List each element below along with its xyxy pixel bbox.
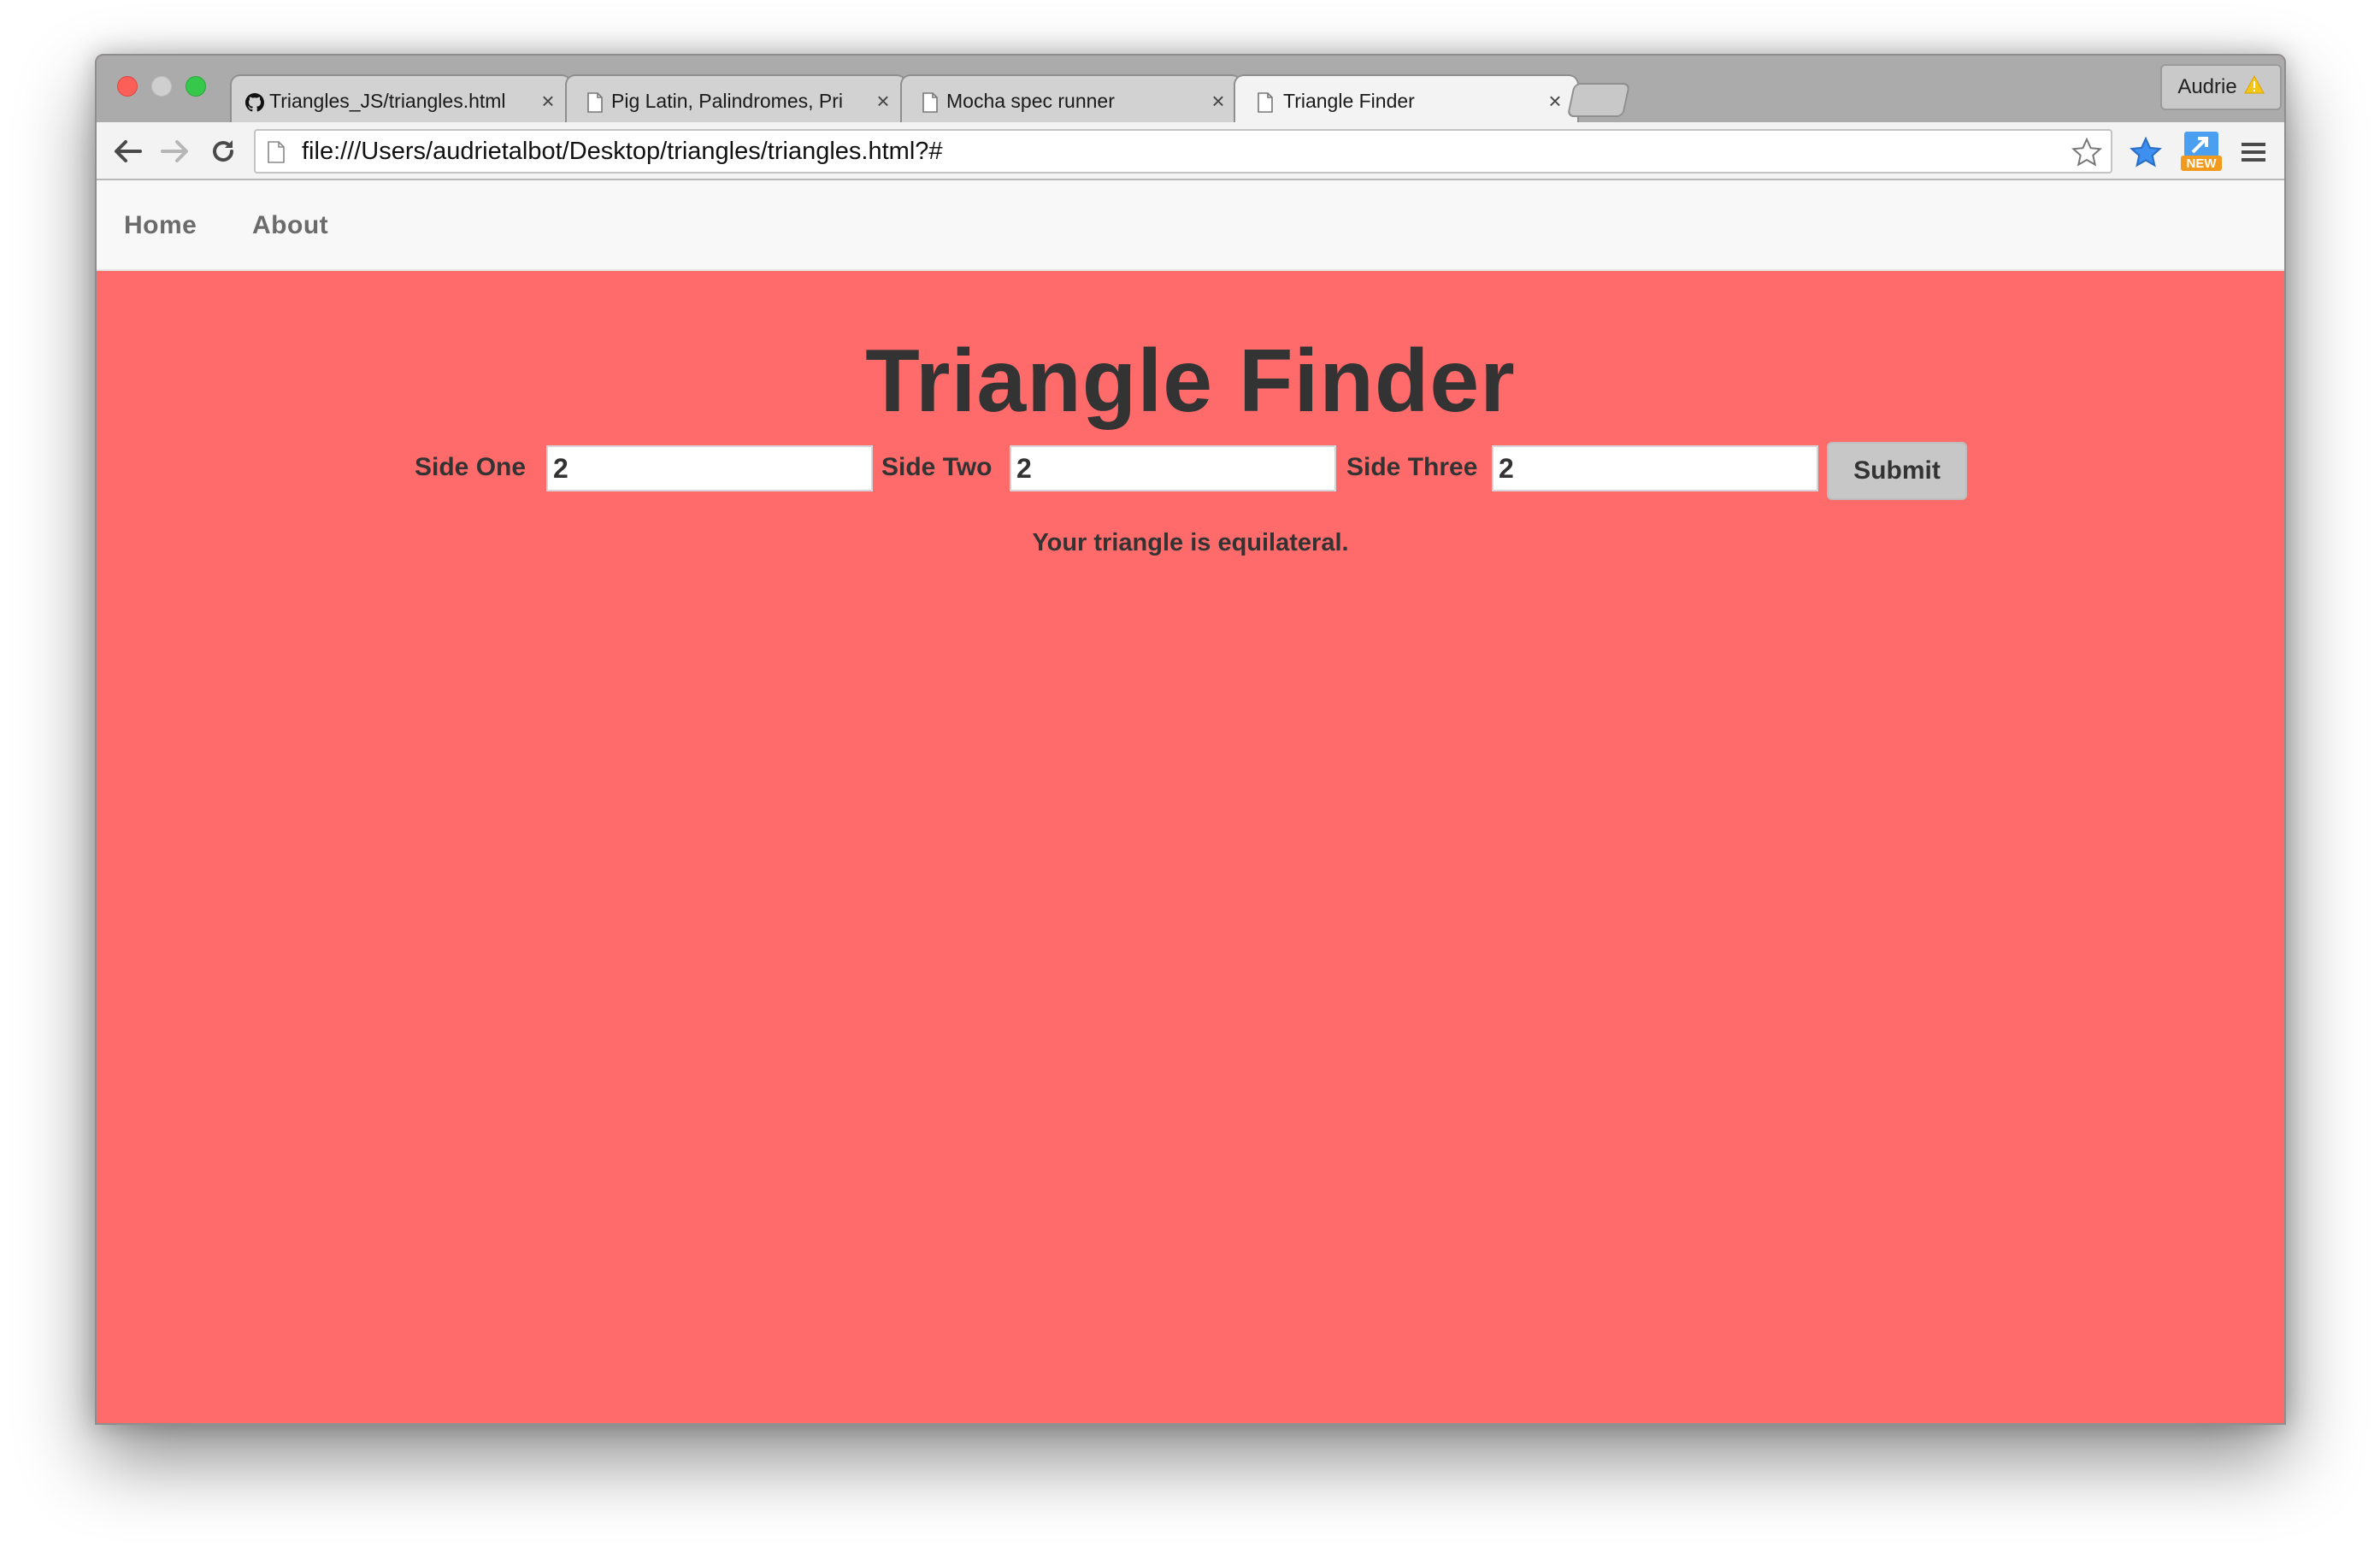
close-window-button[interactable] bbox=[117, 76, 138, 97]
browser-window: Triangles_JS/triangles.html × Pig Latin,… bbox=[95, 54, 2286, 1425]
tab-triangle-finder[interactable]: Triangle Finder × bbox=[1234, 74, 1579, 122]
tab-mocha[interactable]: Mocha spec runner × bbox=[900, 74, 1242, 122]
side-three-label: Side Three bbox=[1346, 453, 1478, 481]
site-navbar: Home About bbox=[97, 180, 2284, 271]
page-title: Triangle Finder bbox=[865, 332, 1516, 431]
nav-about-link[interactable]: About bbox=[252, 204, 328, 247]
tab-title: Pig Latin, Palindromes, Pri bbox=[611, 90, 844, 112]
side-three-input[interactable] bbox=[1492, 445, 1818, 491]
side-two-input[interactable] bbox=[1010, 445, 1336, 491]
close-icon[interactable]: × bbox=[1543, 88, 1567, 114]
close-icon[interactable]: × bbox=[871, 88, 895, 114]
profile-name: Audrie bbox=[2177, 75, 2237, 98]
forward-button[interactable] bbox=[156, 132, 194, 170]
page-icon bbox=[921, 91, 940, 114]
tab-title: Triangles_JS/triangles.html bbox=[269, 90, 506, 112]
browser-toolbar: file:///Users/audrietalbot/Desktop/trian… bbox=[97, 122, 2284, 180]
github-icon bbox=[245, 91, 264, 114]
forward-arrow-icon bbox=[161, 140, 188, 162]
new-extension-icon[interactable]: NEW bbox=[2179, 129, 2224, 174]
nav-home-link[interactable]: Home bbox=[124, 204, 197, 247]
result-text: Your triangle is equilateral. bbox=[1032, 529, 1349, 556]
back-arrow-icon bbox=[115, 140, 142, 162]
reload-icon bbox=[213, 140, 234, 162]
tab-pig-latin[interactable]: Pig Latin, Palindromes, Pri × bbox=[565, 74, 907, 122]
side-two-label: Side Two bbox=[881, 453, 993, 481]
url-text[interactable]: file:///Users/audrietalbot/Desktop/trian… bbox=[302, 131, 943, 172]
reload-button[interactable] bbox=[204, 132, 242, 170]
warning-icon bbox=[2243, 74, 2265, 100]
profile-button[interactable]: Audrie bbox=[2160, 64, 2282, 110]
page-icon bbox=[268, 141, 285, 168]
side-one-input[interactable] bbox=[546, 445, 873, 491]
address-bar[interactable]: file:///Users/audrietalbot/Desktop/trian… bbox=[254, 129, 2112, 174]
page-icon bbox=[1256, 91, 1275, 114]
bookmarks-star-extension-icon[interactable] bbox=[2126, 132, 2165, 172]
back-button[interactable] bbox=[109, 132, 146, 170]
menu-icon[interactable] bbox=[2234, 132, 2273, 172]
tab-title: Mocha spec runner bbox=[946, 90, 1115, 112]
tab-triangles-github[interactable]: Triangles_JS/triangles.html × bbox=[230, 74, 572, 122]
extension-badge: NEW bbox=[2187, 156, 2218, 171]
close-icon[interactable]: × bbox=[536, 88, 560, 114]
submit-button[interactable]: Submit bbox=[1827, 442, 1967, 500]
page-icon bbox=[586, 91, 604, 114]
new-tab-button[interactable] bbox=[1566, 83, 1631, 117]
side-one-label: Side One bbox=[415, 453, 527, 481]
zoom-window-button[interactable] bbox=[186, 76, 206, 97]
bookmark-star-icon[interactable] bbox=[2071, 137, 2102, 171]
tab-strip: Triangles_JS/triangles.html × Pig Latin,… bbox=[97, 56, 2284, 122]
tab-title: Triangle Finder bbox=[1283, 90, 1415, 112]
close-icon[interactable]: × bbox=[1206, 88, 1230, 114]
minimize-window-button[interactable] bbox=[151, 76, 172, 97]
